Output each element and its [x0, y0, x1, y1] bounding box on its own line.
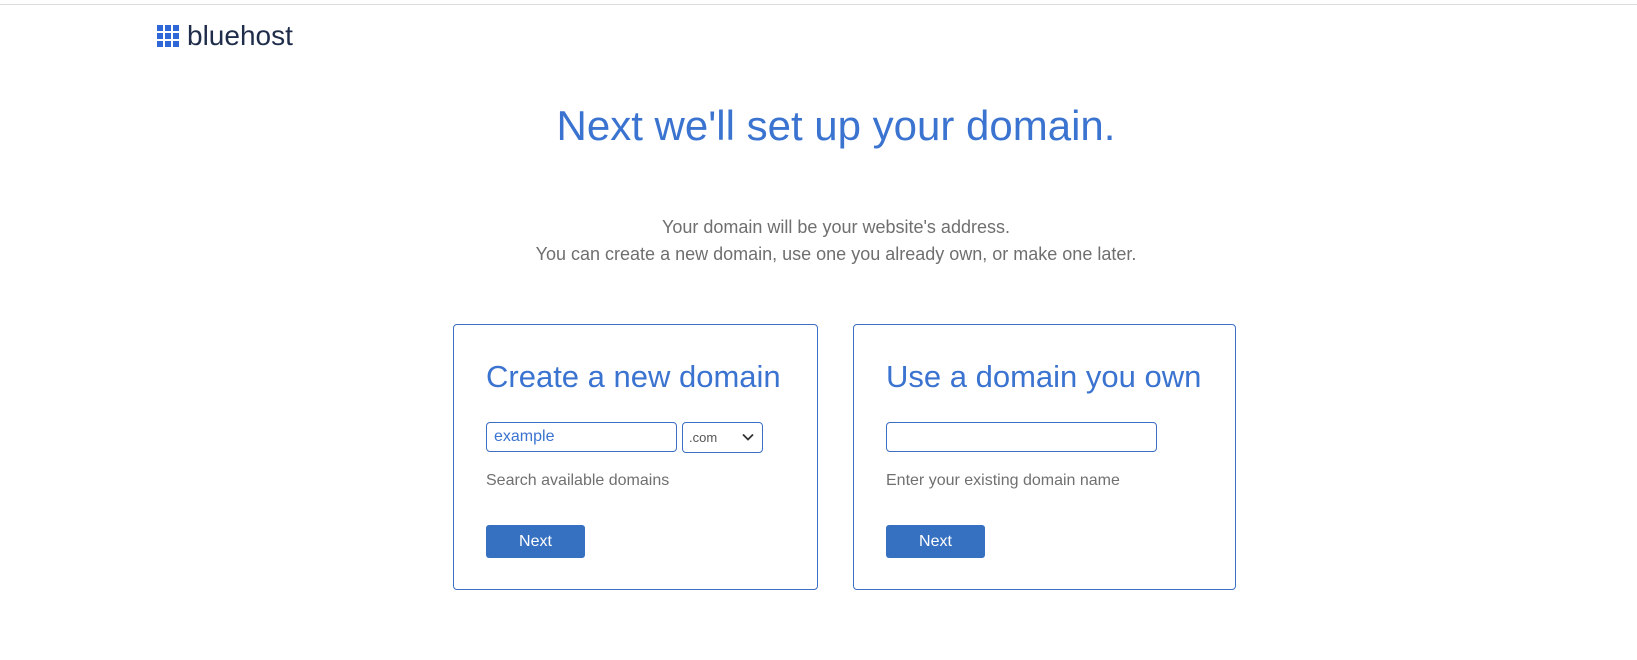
- existing-domain-helper: Enter your existing domain name: [886, 472, 1120, 489]
- existing-domain-title: Use a domain you own: [886, 359, 1202, 394]
- new-domain-input[interactable]: [486, 422, 677, 452]
- create-domain-title: Create a new domain: [486, 359, 781, 394]
- logo-text: bluehost: [187, 20, 293, 51]
- tld-select[interactable]: .com: [682, 422, 763, 453]
- search-domains-helper: Search available domains: [486, 472, 670, 489]
- create-domain-card: Create a new domain .com Search availabl…: [453, 324, 818, 590]
- page-subtitle: Your domain will be your website's addre…: [0, 214, 1637, 268]
- grid-icon: [157, 25, 179, 47]
- page-title: Next we'll set up your domain.: [556, 102, 1116, 149]
- existing-domain-next-button[interactable]: Next: [886, 525, 985, 558]
- subtitle-line-2: You can create a new domain, use one you…: [535, 244, 1137, 264]
- create-domain-next-button[interactable]: Next: [486, 525, 585, 558]
- subtitle-line-1: Your domain will be your website's addre…: [662, 217, 1010, 237]
- bluehost-logo[interactable]: bluehost: [157, 22, 293, 50]
- tld-selected-value: .com: [689, 430, 718, 445]
- existing-domain-input[interactable]: [886, 422, 1157, 452]
- chevron-down-icon: [742, 433, 754, 441]
- existing-domain-card: Use a domain you own Enter your existing…: [853, 324, 1236, 590]
- top-divider: [0, 4, 1637, 5]
